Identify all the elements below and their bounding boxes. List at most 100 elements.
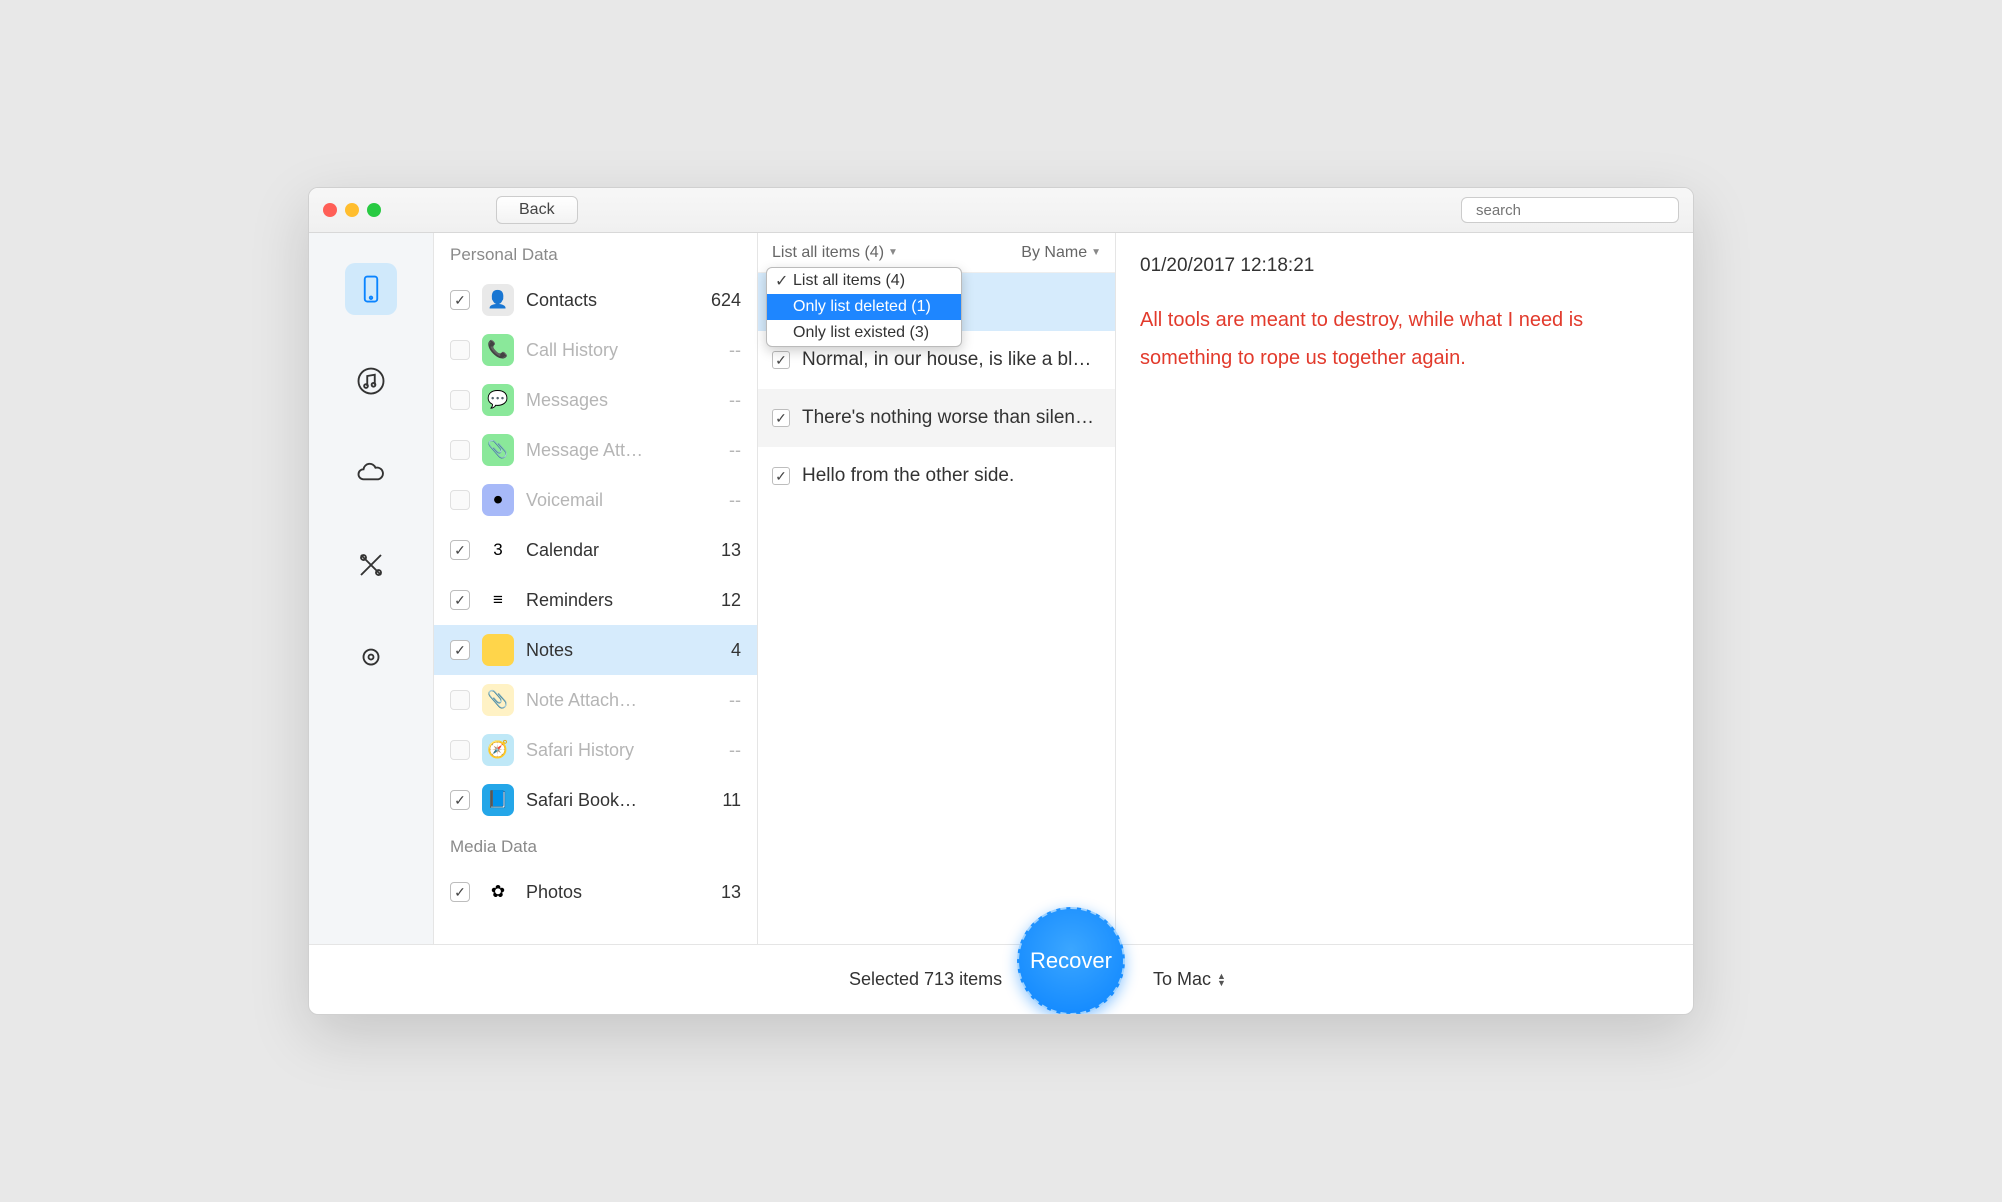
category-row[interactable]: 💬Messages-- bbox=[434, 375, 757, 425]
checkbox[interactable] bbox=[450, 440, 470, 460]
category-count: -- bbox=[729, 490, 741, 511]
category-label: Message Att… bbox=[526, 440, 721, 461]
category-label: Safari History bbox=[526, 740, 721, 761]
checkbox[interactable] bbox=[450, 640, 470, 660]
category-label: Calendar bbox=[526, 540, 713, 561]
note-preview: Normal, in our house, is like a bl… bbox=[802, 349, 1091, 371]
nav-itunes[interactable] bbox=[345, 355, 397, 407]
filter-current-label: List all items (4) bbox=[772, 244, 884, 262]
note-row[interactable]: There's nothing worse than silen… bbox=[758, 389, 1115, 447]
app-window: Back Personal Data � bbox=[308, 187, 1694, 1015]
device-icon bbox=[356, 274, 386, 304]
note-row[interactable]: Hello from the other side. bbox=[758, 447, 1115, 505]
category-count: -- bbox=[729, 340, 741, 361]
checkbox[interactable] bbox=[450, 340, 470, 360]
stepper-icon: ▲▼ bbox=[1217, 973, 1226, 987]
category-count: -- bbox=[729, 690, 741, 711]
chevron-down-icon: ▼ bbox=[1091, 247, 1101, 258]
detail-panel: 01/20/2017 12:18:21 All tools are meant … bbox=[1116, 233, 1693, 944]
category-row[interactable]: 3 Calendar 13 bbox=[434, 525, 757, 575]
checkbox[interactable] bbox=[772, 467, 790, 485]
recover-button[interactable]: Recover bbox=[1017, 907, 1125, 1015]
category-label: Photos bbox=[526, 882, 713, 903]
checkbox[interactable] bbox=[450, 290, 470, 310]
tools-icon bbox=[356, 550, 386, 580]
checkbox[interactable] bbox=[450, 882, 470, 902]
traffic-lights bbox=[323, 203, 381, 217]
category-row[interactable]: ≡ Reminders 12 bbox=[434, 575, 757, 625]
category-icon: 3 bbox=[482, 534, 514, 566]
category-count: 13 bbox=[721, 540, 741, 561]
checkbox[interactable] bbox=[450, 490, 470, 510]
close-icon[interactable] bbox=[323, 203, 337, 217]
filter-dropdown: List all items (4)Only list deleted (1)O… bbox=[766, 267, 962, 347]
category-label: Call History bbox=[526, 340, 721, 361]
category-row[interactable]: ✿Photos13 bbox=[434, 867, 757, 917]
category-icon: 📘 bbox=[482, 784, 514, 816]
destination-label: To Mac bbox=[1153, 969, 1211, 990]
minimize-icon[interactable] bbox=[345, 203, 359, 217]
category-icon: 📞 bbox=[482, 334, 514, 366]
checkbox[interactable] bbox=[450, 740, 470, 760]
note-preview: There's nothing worse than silen… bbox=[802, 407, 1094, 429]
back-button[interactable]: Back bbox=[496, 196, 578, 224]
sort-dropdown-trigger[interactable]: By Name ▼ bbox=[1021, 244, 1101, 262]
category-count: 11 bbox=[722, 790, 741, 811]
category-icon: 📎 bbox=[482, 684, 514, 716]
nav-tools[interactable] bbox=[345, 539, 397, 591]
category-label: Messages bbox=[526, 390, 721, 411]
category-count: 624 bbox=[711, 290, 741, 311]
category-label: Reminders bbox=[526, 590, 713, 611]
filter-option[interactable]: List all items (4) bbox=[767, 268, 961, 294]
category-row[interactable]: 🧭Safari History-- bbox=[434, 725, 757, 775]
nav-device[interactable] bbox=[345, 263, 397, 315]
category-row[interactable]: 📞 Call History -- bbox=[434, 325, 757, 375]
filter-dropdown-trigger[interactable]: List all items (4) ▼ bbox=[772, 244, 898, 262]
filter-option[interactable]: Only list existed (3) bbox=[767, 320, 961, 346]
footer: Selected 713 items Recover To Mac ▲▼ bbox=[309, 944, 1693, 1014]
category-label: Contacts bbox=[526, 290, 703, 311]
items-panel: List all items (4) ▼ By Name ▼ List all … bbox=[758, 233, 1116, 944]
category-count: 12 bbox=[721, 590, 741, 611]
category-count: -- bbox=[729, 390, 741, 411]
category-label: Safari Book… bbox=[526, 790, 714, 811]
category-icon: ✿ bbox=[482, 876, 514, 908]
checkbox[interactable] bbox=[450, 590, 470, 610]
checkbox[interactable] bbox=[450, 390, 470, 410]
chevron-down-icon: ▼ bbox=[888, 247, 898, 258]
category-icon: ≡ bbox=[482, 584, 514, 616]
note-timestamp: 01/20/2017 12:18:21 bbox=[1140, 255, 1669, 277]
checkbox[interactable] bbox=[450, 540, 470, 560]
selected-count-label: Selected 713 items bbox=[849, 969, 1002, 990]
checkbox[interactable] bbox=[450, 790, 470, 810]
category-count: -- bbox=[729, 440, 741, 461]
notes-list: to destroy, w…Normal, in our house, is l… bbox=[758, 273, 1115, 944]
category-icon bbox=[482, 634, 514, 666]
itunes-icon bbox=[356, 366, 386, 396]
category-icon: 📎 bbox=[482, 434, 514, 466]
category-row[interactable]: Notes 4 bbox=[434, 625, 757, 675]
category-count: 4 bbox=[731, 640, 741, 661]
checkbox[interactable] bbox=[450, 690, 470, 710]
category-row[interactable]: 📎 Message Att… -- bbox=[434, 425, 757, 475]
checkbox[interactable] bbox=[772, 409, 790, 427]
nav-icloud[interactable] bbox=[345, 447, 397, 499]
sort-label: By Name bbox=[1021, 244, 1087, 262]
filter-option[interactable]: Only list deleted (1) bbox=[767, 294, 961, 320]
checkbox[interactable] bbox=[772, 351, 790, 369]
category-panel: Personal Data 👤Contacts624📞Call History-… bbox=[434, 233, 758, 944]
icloud-icon bbox=[356, 458, 386, 488]
search-box[interactable] bbox=[1461, 197, 1679, 223]
category-label: Notes bbox=[526, 640, 723, 661]
category-row[interactable]: 📘 Safari Book… 11 bbox=[434, 775, 757, 825]
category-count: -- bbox=[729, 740, 741, 761]
category-row[interactable]: 👤 Contacts 624 bbox=[434, 275, 757, 325]
search-input[interactable] bbox=[1476, 202, 1675, 219]
category-row[interactable]: 📎Note Attach…-- bbox=[434, 675, 757, 725]
category-icon: 👤 bbox=[482, 284, 514, 316]
destination-selector[interactable]: To Mac ▲▼ bbox=[1153, 969, 1226, 990]
category-label: Voicemail bbox=[526, 490, 721, 511]
category-row[interactable]: ⏺Voicemail-- bbox=[434, 475, 757, 525]
nav-settings[interactable] bbox=[345, 631, 397, 683]
maximize-icon[interactable] bbox=[367, 203, 381, 217]
